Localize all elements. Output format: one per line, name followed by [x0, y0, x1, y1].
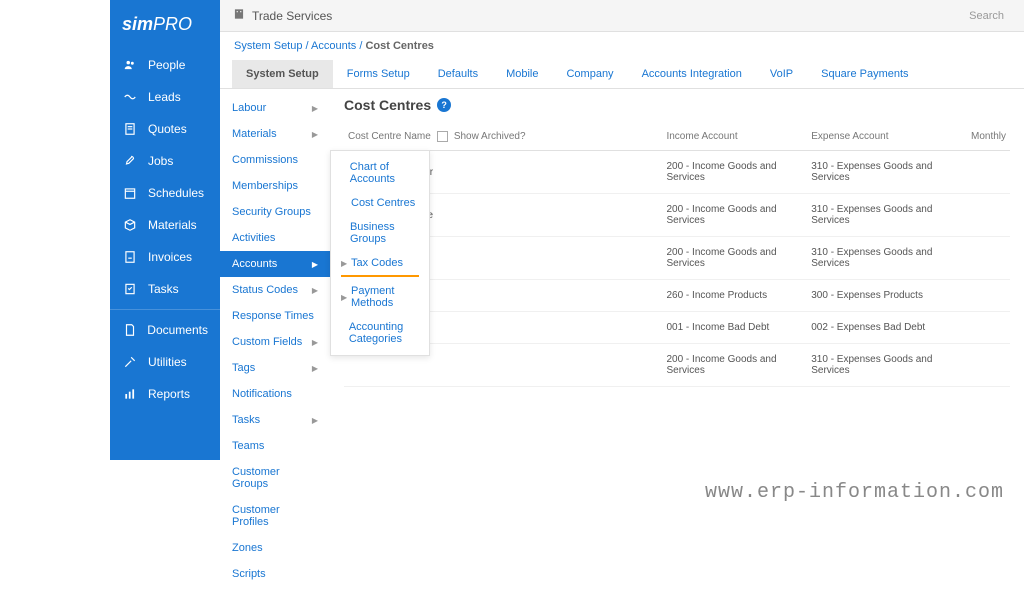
breadcrumb-link[interactable]: System Setup	[234, 40, 302, 52]
nav-quotes[interactable]: Quotes	[110, 113, 220, 145]
building-icon	[232, 7, 246, 24]
help-icon[interactable]: ?	[437, 98, 451, 112]
chevron-right-icon: ▶	[312, 260, 318, 269]
accounts-flyout: Chart of AccountsCost CentresBusiness Gr…	[330, 150, 430, 356]
subnav-labour[interactable]: Labour▶	[220, 95, 330, 121]
table-row[interactable]: rvices260 - Income Products300 - Expense…	[344, 280, 1010, 312]
nav-invoices[interactable]: Invoices	[110, 241, 220, 273]
tab-defaults[interactable]: Defaults	[424, 60, 492, 88]
subnav-activities[interactable]: Activities	[220, 225, 330, 251]
panel-title: Cost Centres ?	[344, 97, 1010, 113]
search-input[interactable]: Search	[961, 6, 1012, 26]
subnav-zones[interactable]: Zones	[220, 535, 330, 561]
chevron-right-icon: ▶	[312, 286, 318, 295]
watermark: www.erp-information.com	[705, 481, 1004, 504]
tab-system-setup[interactable]: System Setup	[232, 60, 333, 88]
tab-mobile[interactable]: Mobile	[492, 60, 552, 88]
chevron-right-icon: ▶	[312, 416, 318, 425]
breadcrumb-link[interactable]: Accounts	[311, 40, 356, 52]
nav-tasks[interactable]: Tasks	[110, 273, 220, 305]
utilities-icon	[122, 354, 138, 370]
tab-square-payments[interactable]: Square Payments	[807, 60, 922, 88]
subnav-commissions[interactable]: Commissions	[220, 147, 330, 173]
breadcrumb: System Setup / Accounts / Cost Centres	[220, 32, 1024, 60]
tab-accounts-integration[interactable]: Accounts Integration	[628, 60, 756, 88]
tab-voip[interactable]: VoIP	[756, 60, 807, 88]
document-icon	[122, 322, 137, 338]
subnav-customer-profiles[interactable]: Customer Profiles	[220, 497, 330, 535]
subnav-security-groups[interactable]: Security Groups	[220, 199, 330, 225]
people-icon	[122, 57, 138, 73]
table-row[interactable]: 001 - Income Bad Debt002 - Expenses Bad …	[344, 312, 1010, 344]
subnav-scripts[interactable]: Scripts	[220, 561, 330, 587]
subnav-accounts[interactable]: Accounts▶	[220, 251, 330, 277]
nav-divider	[110, 309, 220, 310]
nav-utilities[interactable]: Utilities	[110, 346, 220, 378]
table-row[interactable]: Service and Repair200 - Income Goods and…	[344, 151, 1010, 194]
calendar-icon	[122, 185, 138, 201]
table-row[interactable]: Asset Maintenance200 - Income Goods and …	[344, 194, 1010, 237]
logo: simPRO	[110, 8, 220, 49]
chevron-right-icon: ▶	[312, 364, 318, 373]
company-title: Trade Services	[232, 7, 332, 24]
topbar: Trade Services Search	[220, 0, 1024, 32]
table-row[interactable]: 200 - Income Goods and Services310 - Exp…	[344, 237, 1010, 280]
nav-materials[interactable]: Materials	[110, 209, 220, 241]
nav-leads[interactable]: Leads	[110, 81, 220, 113]
subnav-customer-groups[interactable]: Customer Groups	[220, 459, 330, 497]
nav-jobs[interactable]: Jobs	[110, 145, 220, 177]
quotes-icon	[122, 121, 138, 137]
tab-forms-setup[interactable]: Forms Setup	[333, 60, 424, 88]
subnav-materials[interactable]: Materials▶	[220, 121, 330, 147]
archived-checkbox[interactable]	[437, 131, 448, 142]
subnav-tasks[interactable]: Tasks▶	[220, 407, 330, 433]
subnav-response-times[interactable]: Response Times	[220, 303, 330, 329]
subnav-notifications[interactable]: Notifications	[220, 381, 330, 407]
flyout-cost-centres[interactable]: Cost Centres	[331, 191, 429, 215]
subnav-tags[interactable]: Tags▶	[220, 355, 330, 381]
flyout-accounting-categories[interactable]: Accounting Categories	[331, 315, 429, 351]
tab-company[interactable]: Company	[552, 60, 627, 88]
nav-reports[interactable]: Reports	[110, 378, 220, 410]
chart-icon	[122, 386, 138, 402]
subnav-teams[interactable]: Teams	[220, 433, 330, 459]
chevron-right-icon: ▶	[312, 130, 318, 139]
flyout-tax-codes[interactable]: ▶Tax Codes	[331, 251, 429, 275]
table-header: Cost Centre Name Show Archived? Income A…	[344, 123, 1010, 151]
tabs: System SetupForms SetupDefaultsMobileCom…	[220, 60, 1024, 89]
chevron-right-icon: ▶	[312, 104, 318, 113]
nav-schedules[interactable]: Schedules	[110, 177, 220, 209]
cost-centres-table: Cost Centre Name Show Archived? Income A…	[344, 123, 1010, 387]
sub-nav: Labour▶Materials▶CommissionsMembershipsS…	[220, 89, 330, 593]
box-icon	[122, 217, 138, 233]
tasks-icon	[122, 281, 138, 297]
flyout-payment-methods[interactable]: ▶Payment Methods	[331, 279, 429, 315]
panel: Cost Centres ? Cost Centre Name Show Arc…	[330, 89, 1024, 593]
leads-icon	[122, 89, 138, 105]
subnav-status-codes[interactable]: Status Codes▶	[220, 277, 330, 303]
invoice-icon	[122, 249, 138, 265]
nav-people[interactable]: People	[110, 49, 220, 81]
flyout-business-groups[interactable]: Business Groups	[331, 215, 429, 251]
table-row[interactable]: 200 - Income Goods and Services310 - Exp…	[344, 344, 1010, 387]
nav-documents[interactable]: Documents	[110, 314, 220, 346]
flyout-chart-of-accounts[interactable]: Chart of Accounts	[331, 155, 429, 191]
main-sidebar: simPRO People Leads Quotes Jobs Schedule…	[110, 0, 220, 460]
breadcrumb-current: Cost Centres	[365, 40, 433, 52]
subnav-custom-fields[interactable]: Custom Fields▶	[220, 329, 330, 355]
subnav-memberships[interactable]: Memberships	[220, 173, 330, 199]
jobs-icon	[122, 153, 138, 169]
chevron-right-icon: ▶	[312, 338, 318, 347]
